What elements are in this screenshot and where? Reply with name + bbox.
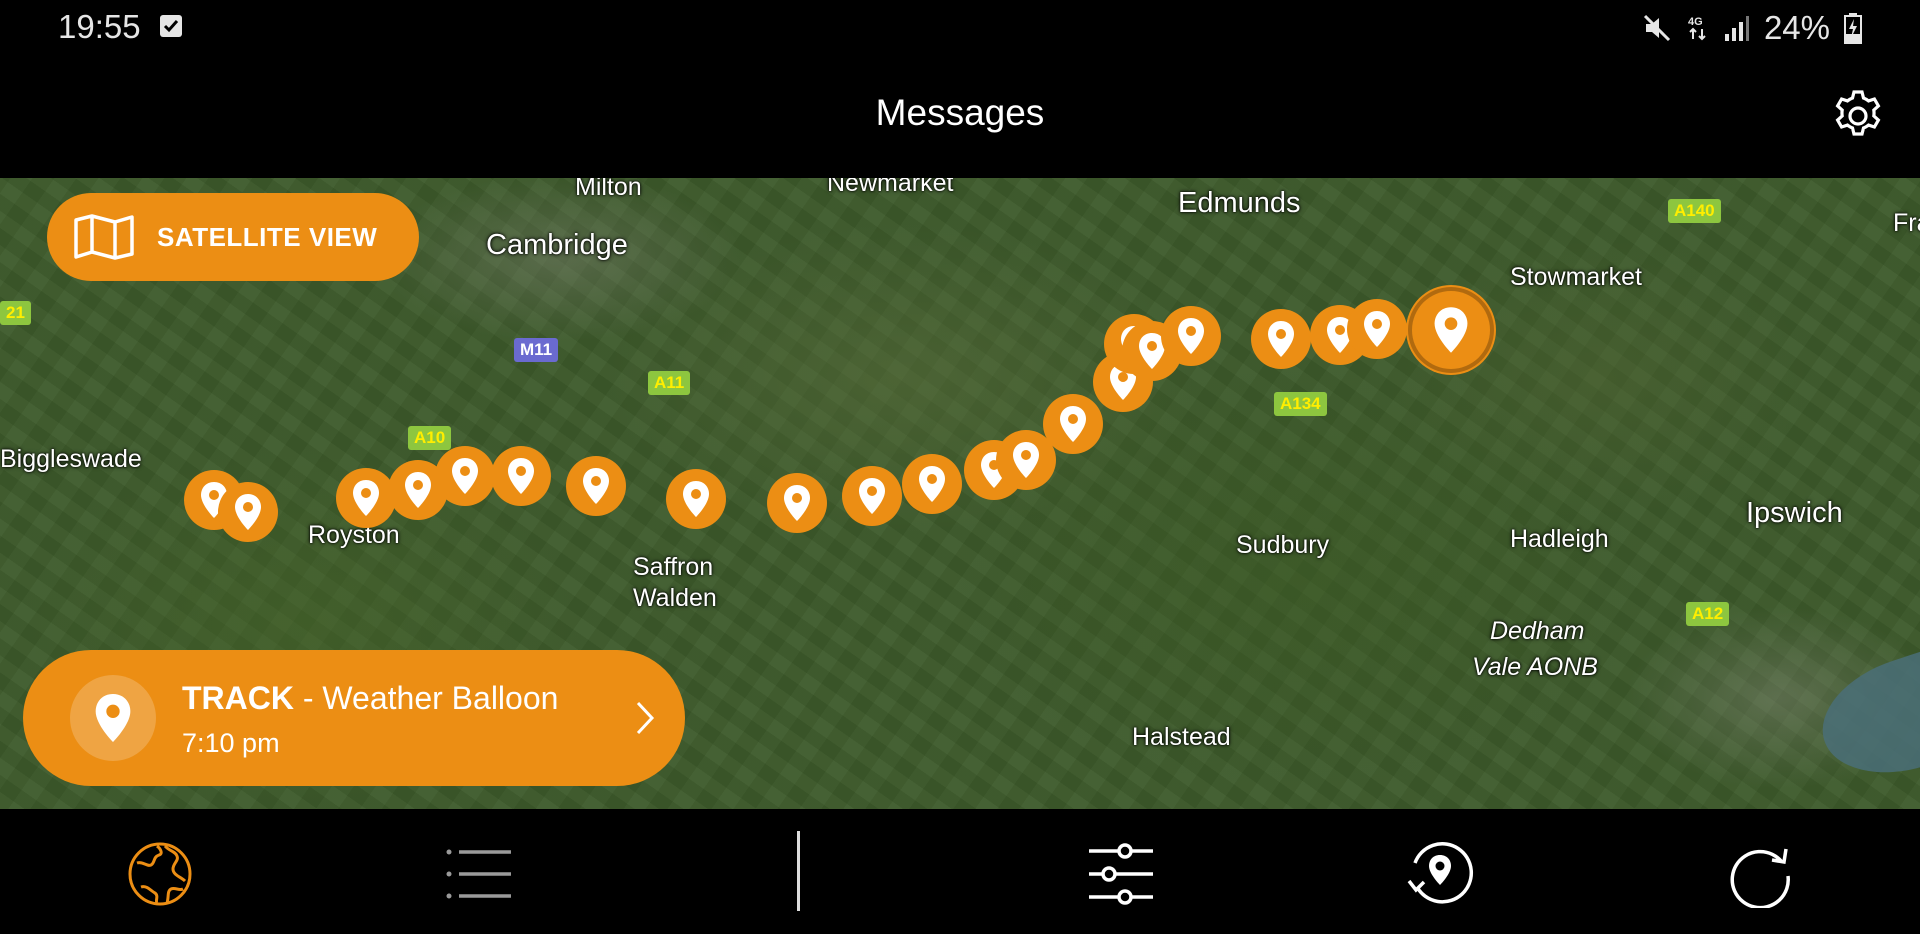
place-label: Newmarket xyxy=(827,178,954,197)
road-label: 21 xyxy=(0,301,31,325)
status-time: 19:55 xyxy=(58,8,141,45)
status-icons: 4G 24% xyxy=(1642,8,1862,48)
track-subtitle: Weather Balloon xyxy=(322,680,559,716)
road-label: A140 xyxy=(1668,199,1721,223)
place-label: Hadleigh xyxy=(1510,525,1609,553)
place-label: Dedham xyxy=(1490,617,1585,645)
satellite-view-button[interactable]: SATELLITE VIEW xyxy=(47,193,419,281)
track-title-line: TRACK - Weather Balloon xyxy=(182,680,558,717)
track-title: TRACK xyxy=(182,680,294,716)
road-label: A10 xyxy=(408,426,452,450)
road-label: A12 xyxy=(1686,602,1730,626)
road-label: A11 xyxy=(648,371,691,395)
mute-icon xyxy=(1643,14,1670,42)
track-separator: - xyxy=(293,680,323,716)
filters-icon xyxy=(1089,843,1153,905)
location-pin-icon xyxy=(95,694,131,742)
track-point-marker[interactable] xyxy=(767,473,827,533)
nav-globe[interactable] xyxy=(125,839,195,909)
chevron-right-icon[interactable] xyxy=(633,698,657,738)
checkbox-notification-icon xyxy=(160,15,182,37)
latest-track-point-marker[interactable] xyxy=(1412,291,1490,369)
nav-filters[interactable] xyxy=(1085,839,1155,909)
status-bar: 19:55 4G 24% xyxy=(0,0,1920,58)
app-header: Messages xyxy=(0,58,1920,178)
network-4g-icon: 4G xyxy=(1688,16,1706,41)
track-point-marker[interactable] xyxy=(566,456,626,516)
svg-text:4G: 4G xyxy=(1688,16,1703,28)
nav-divider xyxy=(797,831,800,911)
bottom-navigation xyxy=(0,809,1920,934)
nav-list[interactable] xyxy=(445,839,515,909)
track-point-marker[interactable] xyxy=(491,446,551,506)
battery-percent: 24% xyxy=(1763,9,1830,46)
track-point-marker[interactable] xyxy=(666,469,726,529)
track-point-marker[interactable] xyxy=(1043,394,1103,454)
track-point-marker[interactable] xyxy=(1161,306,1221,366)
estuary-water xyxy=(1807,632,1920,794)
road-label: M11 xyxy=(514,338,559,362)
place-label: Walden xyxy=(633,584,717,612)
map-icon xyxy=(74,214,134,260)
place-label: Saffron xyxy=(633,553,714,581)
nav-location-history[interactable] xyxy=(1405,839,1475,909)
place-label: Edmunds xyxy=(1178,187,1301,219)
place-label: Cambridge xyxy=(486,229,628,261)
battery-charging-icon xyxy=(1844,13,1862,44)
road-label: A134 xyxy=(1274,392,1327,416)
place-label: Sudbury xyxy=(1236,531,1330,559)
track-point-marker[interactable] xyxy=(435,446,495,506)
track-point-marker[interactable] xyxy=(902,454,962,514)
refresh-icon xyxy=(1730,848,1790,908)
location-history-icon xyxy=(1407,842,1473,904)
place-label: Biggleswade xyxy=(0,445,142,473)
track-point-marker[interactable] xyxy=(842,466,902,526)
place-label: Vale AONB xyxy=(1472,653,1598,681)
place-label: Stowmarket xyxy=(1510,263,1642,291)
satellite-view-label: SATELLITE VIEW xyxy=(157,221,378,252)
track-time: 7:10 pm xyxy=(182,728,280,758)
signal-icon xyxy=(1724,16,1749,41)
place-label: Ipswich xyxy=(1746,497,1843,529)
list-icon xyxy=(446,849,511,899)
place-label: Fra xyxy=(1893,209,1920,237)
track-point-marker[interactable] xyxy=(218,482,278,542)
place-label: Milton xyxy=(575,178,642,201)
track-pin-circle xyxy=(70,675,156,761)
place-label: Halstead xyxy=(1132,723,1231,751)
page-title: Messages xyxy=(875,92,1045,133)
track-point-marker[interactable] xyxy=(1347,299,1407,359)
nav-refresh[interactable] xyxy=(1725,839,1795,909)
track-point-marker[interactable] xyxy=(1251,309,1311,369)
settings-gear-icon[interactable] xyxy=(1830,88,1886,144)
track-card[interactable]: TRACK - Weather Balloon 7:10 pm xyxy=(23,650,685,786)
track-point-marker[interactable] xyxy=(336,468,396,528)
globe-icon xyxy=(128,842,192,906)
